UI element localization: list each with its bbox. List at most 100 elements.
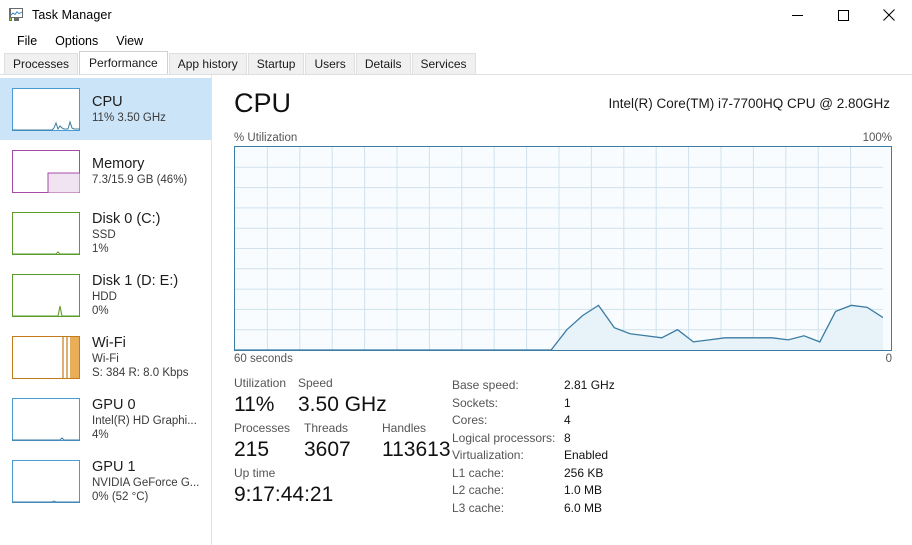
stat-utilization-label: Utilization [234,376,287,390]
stat-logical-processors-value: 8 [564,430,571,445]
stat-logical-processors: Logical processors: 8 [452,430,615,448]
stat-speed-label: Speed [298,376,333,390]
menu-item-view[interactable]: View [107,32,152,50]
stat-l3-cache-key: L3 cache: [452,500,505,515]
stat-utilization-value: 11% [234,393,275,416]
tab-processes[interactable]: Processes [4,53,79,74]
sidebar-item-gpu1-name: GPU 1 [92,458,136,475]
stat-uptime-label: Up time [234,466,276,480]
sidebar-item-disk1-name: Disk 1 (D: E:) [92,272,179,289]
stat-utilization: Utilization 11% [234,375,298,418]
cpu-thumbnail-icon [12,87,80,131]
maximize-button[interactable] [820,0,866,30]
stat-processes-value: 215 [234,438,270,461]
sidebar-item-gpu1-line1: NVIDIA GeForce G... [92,476,200,489]
stat-l3-cache: L3 cache: 6.0 MB [452,500,615,518]
graph-y-label: % Utilization [234,132,298,144]
wifi-thumbnail-icon [12,335,80,379]
graph-x-start-label: 60 seconds [234,353,293,365]
graph-bottom-axis: 60 seconds 0 [234,351,892,367]
stat-handles-label: Handles [382,421,427,435]
sidebar-item-cpu-name: CPU [92,93,123,110]
cpu-detail-panel: CPU Intel(R) Core(TM) i7-7700HQ CPU @ 2.… [212,75,912,545]
tab-users[interactable]: Users [305,53,355,74]
stats-secondary: Base speed: 2.81 GHz Sockets: 1 Cores: 4… [452,375,615,517]
tab-startup[interactable]: Startup [247,53,305,74]
stat-processes-label: Processes [234,421,291,435]
title-bar: Task Manager [0,0,912,30]
stat-speed: Speed 3.50 GHz [298,375,398,418]
stat-sockets: Sockets: 1 [452,395,615,413]
stat-virtualization: Virtualization: Enabled [452,447,615,465]
sidebar-item-disk0-line1: SSD [92,228,116,241]
sidebar-item-disk1-text: Disk 1 (D: E:) HDD 0% [92,273,178,318]
stat-l1-cache-value: 256 KB [564,465,604,480]
stat-threads: Threads 3607 [304,420,382,463]
sidebar-item-gpu0-text: GPU 0 Intel(R) HD Graphi... 4% [92,397,197,442]
sidebar-item-gpu0-line1: Intel(R) HD Graphi... [92,414,197,427]
stat-sockets-key: Sockets: [452,395,499,410]
sidebar-item-wifi-name: Wi-Fi [92,334,126,351]
cpu-model-label: Intel(R) Core(TM) i7-7700HQ CPU @ 2.80GH… [608,96,890,111]
sidebar-item-memory[interactable]: Memory 7.3/15.9 GB (46%) [0,140,211,202]
stat-l1-cache: L1 cache: 256 KB [452,465,615,483]
sidebar-item-gpu0-line2: 4% [92,428,109,441]
sidebar-item-gpu0-name: GPU 0 [92,396,136,413]
sidebar-item-disk0-line2: 1% [92,242,109,255]
stat-cores: Cores: 4 [452,412,615,430]
menu-item-options[interactable]: Options [46,32,107,50]
cpu-utilization-graph[interactable] [234,146,892,351]
sidebar-item-cpu[interactable]: CPU 11% 3.50 GHz [0,78,211,140]
stats-area: Utilization 11% Speed 3.50 GHz Processes… [234,375,892,517]
tab-performance[interactable]: Performance [79,51,168,74]
sidebar-item-gpu1[interactable]: GPU 1 NVIDIA GeForce G... 0% (52 °C) [0,450,211,512]
stat-base-speed-value: 2.81 GHz [564,378,615,392]
tab-services[interactable]: Services [411,53,476,74]
sidebar-item-disk1-line2: 0% [92,304,109,317]
stat-logical-processors-key: Logical processors: [452,430,556,445]
stat-cores-value: 4 [564,413,571,427]
sidebar-item-disk1[interactable]: Disk 1 (D: E:) HDD 0% [0,264,211,326]
stat-processes: Processes 215 [234,420,304,463]
stat-uptime-value: 9:17:44:21 [234,483,334,506]
tab-strip: Processes Performance App history Startu… [0,51,912,75]
stat-l2-cache: L2 cache: 1.0 MB [452,482,615,500]
stat-handles: Handles 113613 [382,420,451,463]
stat-sockets-value: 1 [564,395,571,410]
task-manager-window: Task Manager File Options View Processes… [0,0,912,545]
stat-uptime: Up time 9:17:44:21 [234,465,333,508]
stat-row-3: Up time 9:17:44:21 [234,465,452,508]
graph-top-axis: % Utilization 100% [234,129,892,144]
stat-cores-key: Cores: [452,413,488,427]
resource-sidebar[interactable]: CPU 11% 3.50 GHz Memory 7.3/15.9 GB (46%… [0,75,212,545]
sidebar-item-gpu1-line2: 0% (52 °C) [92,490,149,503]
stat-threads-value: 3607 [304,438,351,461]
tab-app-history[interactable]: App history [168,53,247,74]
sidebar-item-wifi-line2: S: 384 R: 8.0 Kbps [92,366,189,379]
sidebar-item-gpu0[interactable]: GPU 0 Intel(R) HD Graphi... 4% [0,388,211,450]
stat-threads-label: Threads [304,421,349,435]
tab-details[interactable]: Details [355,53,411,74]
sidebar-item-disk0[interactable]: Disk 0 (C:) SSD 1% [0,202,211,264]
sidebar-item-cpu-line1: 11% 3.50 GHz [92,111,166,124]
memory-thumbnail-icon [12,149,80,193]
menu-item-file[interactable]: File [8,32,46,50]
sidebar-item-gpu1-text: GPU 1 NVIDIA GeForce G... 0% (52 °C) [92,459,199,504]
stat-l2-cache-key: L2 cache: [452,483,505,497]
content-body: CPU 11% 3.50 GHz Memory 7.3/15.9 GB (46%… [0,75,912,545]
stat-l1-cache-key: L1 cache: [452,465,505,480]
stat-l3-cache-value: 6.0 MB [564,500,603,515]
sidebar-item-disk0-text: Disk 0 (C:) SSD 1% [92,211,160,256]
stat-l2-cache-value: 1.0 MB [564,483,603,497]
minimize-button[interactable] [774,0,820,30]
close-button[interactable] [866,0,912,30]
stat-base-speed: Base speed: 2.81 GHz [452,377,615,395]
stat-handles-value: 113613 [382,438,451,461]
sidebar-item-memory-name: Memory [92,155,145,172]
sidebar-item-wifi[interactable]: Wi-Fi Wi-Fi S: 384 R: 8.0 Kbps [0,326,211,388]
disk1-thumbnail-icon [12,273,80,317]
sidebar-item-disk0-name: Disk 0 (C:) [92,210,161,227]
page-title: CPU [234,88,292,118]
gpu1-thumbnail-icon [12,459,80,503]
window-title: Task Manager [32,8,112,22]
